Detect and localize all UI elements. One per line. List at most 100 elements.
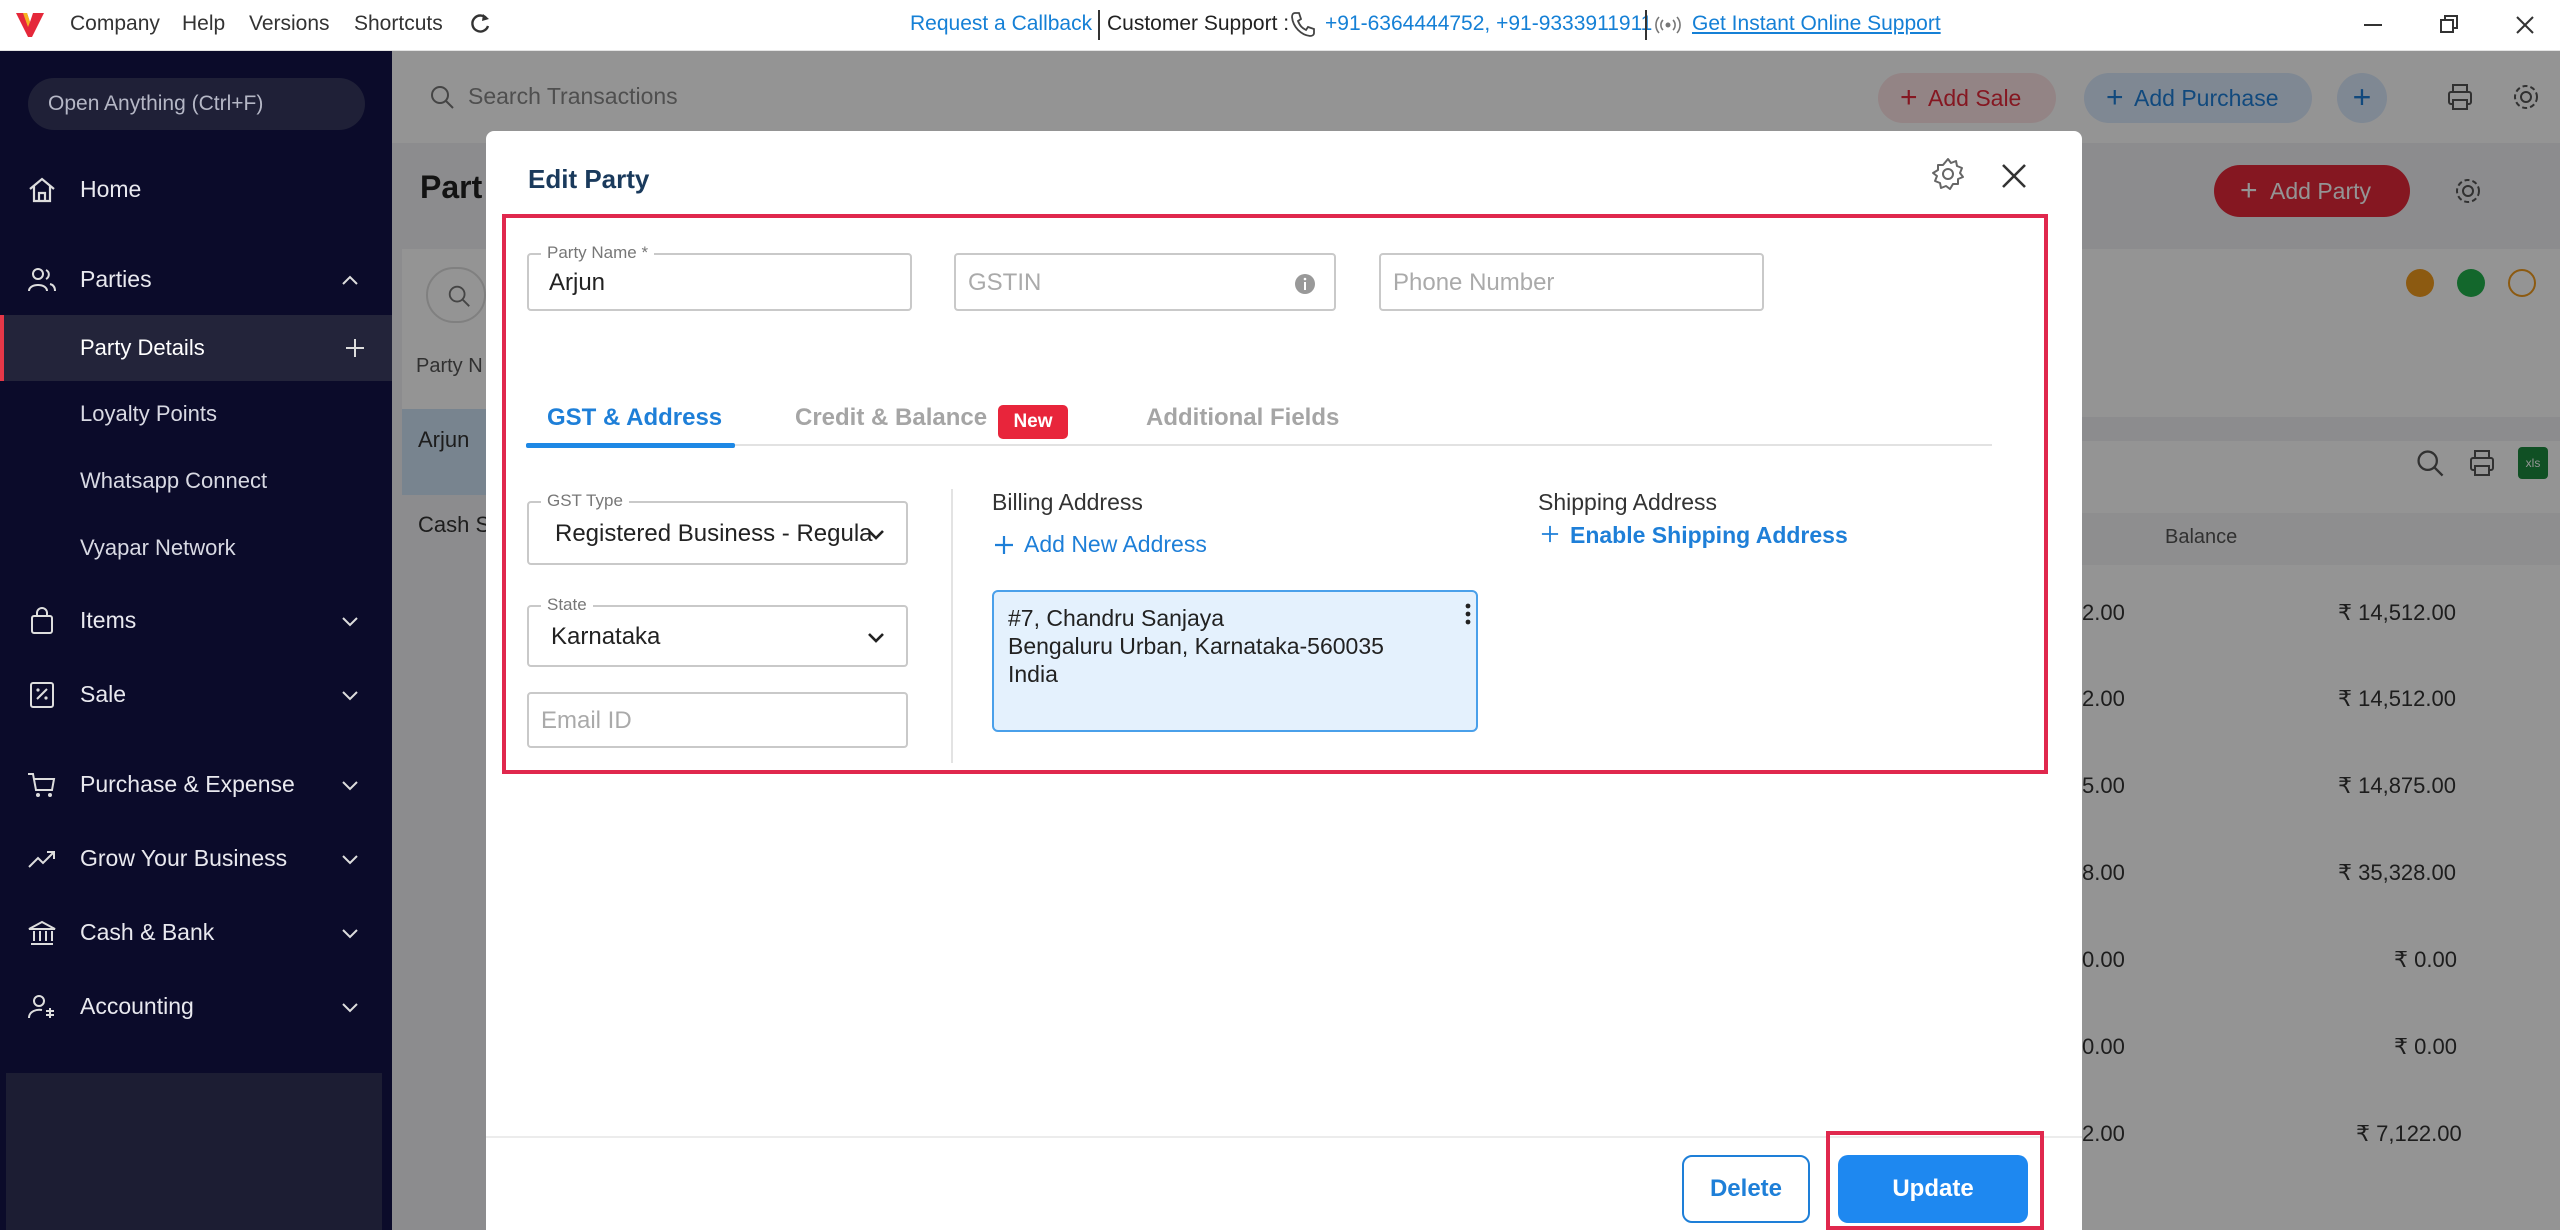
chevron-down-icon: [342, 855, 358, 865]
sale-icon: [30, 682, 54, 708]
tab-gst-address[interactable]: GST & Address: [547, 404, 722, 432]
refresh-icon[interactable]: [466, 10, 494, 38]
address-line: India: [1008, 661, 1058, 687]
update-button[interactable]: Update: [1838, 1155, 2028, 1223]
sidebar-item-grow-business[interactable]: Grow Your Business: [0, 828, 392, 890]
column-divider: [951, 489, 953, 763]
delete-button[interactable]: Delete: [1682, 1155, 1810, 1223]
add-new-address-label: Add New Address: [1024, 531, 1207, 557]
sidebar-item-purchase-expense[interactable]: Purchase & Expense: [0, 754, 392, 816]
restore-icon[interactable]: [2434, 10, 2464, 40]
sidebar-item-label: Vyapar Network: [80, 535, 236, 560]
chevron-down-icon: [342, 929, 358, 939]
online-support-link[interactable]: Get Instant Online Support: [1692, 12, 1941, 36]
sidebar-item-vyapar-network[interactable]: Vyapar Network: [0, 515, 392, 581]
sidebar-item-label: Sale: [80, 681, 127, 707]
bank-icon: [28, 920, 56, 945]
minimize-icon[interactable]: [2358, 10, 2388, 40]
sidebar-item-party-details[interactable]: Party Details: [0, 315, 392, 381]
request-callback-link[interactable]: Request a Callback: [910, 12, 1092, 36]
vyapar-logo-icon: [16, 13, 44, 37]
support-phone-numbers[interactable]: +91-6364444752, +91-9333911911: [1325, 12, 1652, 36]
bag-icon: [31, 607, 53, 634]
cart-icon: [28, 773, 56, 797]
party-name-value: Arjun: [549, 269, 606, 296]
gst-type-select[interactable]: GST Type Registered Business - Regula: [527, 491, 908, 565]
sidebar-item-home[interactable]: Home: [0, 159, 392, 221]
chevron-down-icon: [342, 781, 358, 791]
sidebar-item-label: Home: [80, 176, 142, 202]
sidebar-item-loyalty-points[interactable]: Loyalty Points: [0, 381, 392, 447]
chevron-down-icon: [342, 1003, 358, 1013]
menu-shortcuts[interactable]: Shortcuts: [354, 12, 443, 36]
menu-help[interactable]: Help: [182, 12, 225, 36]
close-icon[interactable]: [2000, 162, 2028, 190]
add-new-address-link[interactable]: Add New Address: [992, 529, 1232, 561]
sidebar: Open Anything (Ctrl+F) Home Parties Part…: [0, 51, 392, 1230]
menu-company[interactable]: Company: [70, 12, 160, 36]
sidebar-item-cash-bank[interactable]: Cash & Bank: [0, 902, 392, 964]
sidebar-item-parties[interactable]: Parties: [0, 249, 392, 311]
enable-shipping-label: Enable Shipping Address: [1570, 522, 1848, 548]
info-icon[interactable]: [1294, 273, 1316, 295]
sidebar-item-label: Whatsapp Connect: [80, 468, 268, 493]
sidebar-item-label: Accounting: [80, 993, 194, 1019]
chevron-down-icon: [342, 691, 358, 701]
address-line: #7, Chandru Sanjaya: [1008, 605, 1225, 631]
gear-icon[interactable]: [1930, 156, 1966, 192]
address-line: Bengaluru Urban, Karnataka-560035: [1008, 633, 1384, 659]
chevron-down-icon: [868, 633, 884, 643]
enable-shipping-address-link[interactable]: Enable Shipping Address: [1538, 520, 1858, 552]
sidebar-item-label: Cash & Bank: [80, 919, 215, 945]
sidebar-item-label: Loyalty Points: [80, 401, 217, 426]
state-value: Karnataka: [551, 623, 661, 650]
gst-type-value: Registered Business - Regula: [555, 520, 873, 547]
menu-versions[interactable]: Versions: [249, 12, 330, 36]
billing-address-card[interactable]: #7, Chandru Sanjaya Bengaluru Urban, Kar…: [992, 590, 1478, 732]
home-icon: [29, 177, 55, 203]
new-badge: New: [998, 405, 1068, 439]
state-select[interactable]: State Karnataka: [527, 595, 908, 667]
gstin-field[interactable]: GSTIN: [954, 253, 1336, 311]
sidebar-item-label: Parties: [80, 266, 152, 292]
state-label: State: [541, 595, 593, 615]
party-name-label: Party Name *: [541, 243, 655, 263]
trending-up-icon: [28, 851, 55, 868]
tab-additional-fields[interactable]: Additional Fields: [1146, 404, 1339, 432]
divider: [1098, 10, 1100, 40]
phone-number-field[interactable]: Phone Number: [1379, 253, 1764, 311]
edit-party-dialog: Edit Party Party Name * Arjun GSTIN Phon…: [486, 131, 2082, 1230]
billing-address-heading: Billing Address: [992, 489, 1143, 515]
add-party-plus-icon[interactable]: [344, 337, 366, 359]
accounting-icon: [28, 995, 54, 1019]
customer-support-label: Customer Support :: [1107, 12, 1290, 35]
sidebar-item-label: Grow Your Business: [80, 845, 288, 871]
email-placeholder: Email ID: [541, 707, 632, 734]
tabs-divider: [526, 444, 1992, 446]
sidebar-item-whatsapp-connect[interactable]: Whatsapp Connect: [0, 448, 392, 514]
close-window-icon[interactable]: [2510, 10, 2540, 40]
gst-type-label: GST Type: [541, 491, 629, 511]
sidebar-item-label: Party Details: [80, 335, 205, 360]
chevron-down-icon: [342, 617, 358, 627]
phone-number-placeholder: Phone Number: [1393, 269, 1555, 296]
phone-icon: [1291, 12, 1315, 37]
plus-icon: [1541, 525, 1559, 543]
sidebar-item-items[interactable]: Items: [0, 590, 392, 652]
plus-icon: [995, 536, 1013, 554]
divider: [1645, 10, 1647, 40]
sidebar-item-accounting[interactable]: Accounting: [0, 976, 392, 1038]
tab-credit-balance[interactable]: Credit & Balance: [795, 404, 987, 432]
shipping-address-heading: Shipping Address: [1538, 489, 1718, 515]
party-name-field[interactable]: Party Name * Arjun: [527, 243, 912, 311]
sidebar-bottom-panel: [6, 1073, 382, 1230]
gstin-placeholder: GSTIN: [968, 269, 1042, 296]
broadcast-icon: [1655, 16, 1681, 34]
dialog-title: Edit Party: [528, 164, 650, 194]
more-options-icon[interactable]: [1464, 602, 1472, 626]
active-tab-indicator: [526, 443, 735, 448]
open-anything-search[interactable]: Open Anything (Ctrl+F): [28, 78, 365, 130]
sidebar-item-sale[interactable]: Sale: [0, 664, 392, 726]
chevron-up-icon: [342, 275, 358, 285]
email-field[interactable]: Email ID: [527, 692, 908, 748]
